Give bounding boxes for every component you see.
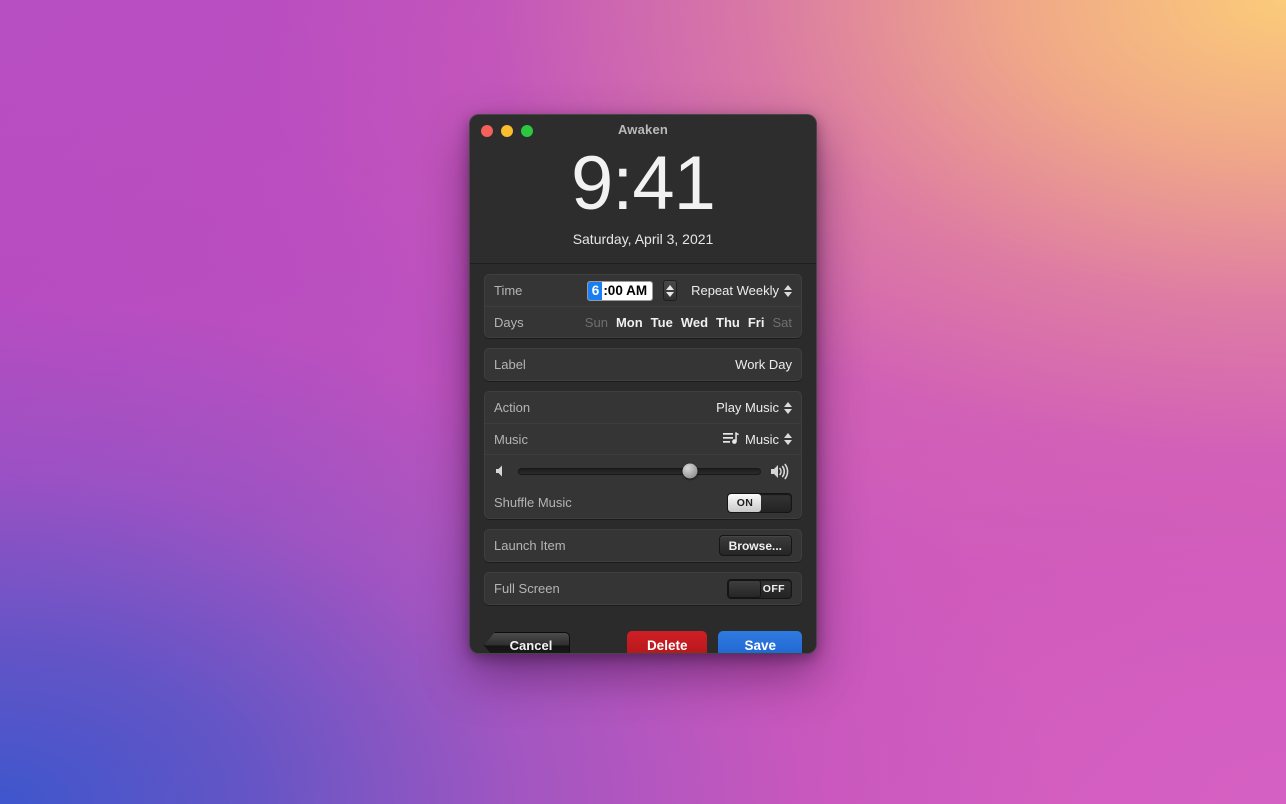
cancel-button[interactable]: Cancel: [484, 631, 570, 653]
label-row: Label Work Day: [485, 349, 801, 380]
shuffle-row: Shuffle Music ON: [485, 487, 801, 518]
repeat-dropdown[interactable]: Repeat Weekly: [691, 283, 792, 298]
stepper-down-icon[interactable]: [666, 291, 675, 297]
current-date: Saturday, April 3, 2021: [572, 231, 714, 248]
repeat-value: Repeat Weekly: [691, 283, 779, 299]
time-input[interactable]: 6 :00 AM: [586, 280, 654, 301]
save-button[interactable]: Save: [718, 631, 802, 653]
playlist-icon: [723, 432, 739, 446]
day-toggle-wed[interactable]: Wed: [681, 315, 708, 330]
window-title: Awaken: [617, 122, 669, 137]
full-screen-section: Full Screen OFF: [484, 572, 802, 606]
action-row: Action Play Music: [485, 392, 801, 423]
awaken-window: Awaken 9:41 Saturday, April 3, 2021 Time…: [469, 114, 817, 654]
label-field-label: Label: [494, 357, 526, 373]
day-toggle-sat[interactable]: Sat: [772, 315, 792, 330]
time-section: Time 6 :00 AM Repeat Weekly Days Sun Mon…: [484, 274, 802, 339]
launch-item-row: Launch Item Browse...: [485, 530, 801, 561]
window-titlebar[interactable]: Awaken: [470, 115, 816, 145]
launch-item-label: Launch Item: [494, 538, 566, 554]
current-time: 9:41: [571, 141, 716, 226]
days-row: Days Sun Mon Tue Wed Thu Fri Sat: [485, 306, 801, 337]
day-toggle-mon[interactable]: Mon: [616, 315, 643, 330]
full-screen-toggle[interactable]: OFF: [727, 578, 792, 599]
action-dropdown[interactable]: Play Music: [716, 400, 792, 415]
music-row: Music Music: [485, 423, 801, 454]
action-label: Action: [494, 400, 531, 416]
settings-body: Time 6 :00 AM Repeat Weekly Days Sun Mon…: [470, 264, 816, 616]
action-section: Action Play Music Music Music Shuffle Mu…: [484, 391, 802, 520]
chevron-updown-icon: [784, 284, 792, 297]
music-label: Music: [494, 431, 528, 447]
label-section: Label Work Day: [484, 348, 802, 382]
launch-item-section: Launch Item Browse...: [484, 529, 802, 563]
stepper-up-icon[interactable]: [666, 284, 675, 290]
time-remainder[interactable]: :00 AM: [602, 283, 647, 298]
time-stepper[interactable]: [663, 280, 678, 302]
day-toggle-thu[interactable]: Thu: [716, 315, 740, 330]
day-toggle-group: Sun Mon Tue Wed Thu Fri Sat: [585, 315, 792, 330]
music-value: Music: [745, 431, 779, 447]
music-dropdown[interactable]: Music: [745, 432, 792, 447]
volume-slider-knob[interactable]: [682, 463, 698, 479]
day-toggle-sun[interactable]: Sun: [585, 315, 608, 330]
delete-button[interactable]: Delete: [626, 631, 708, 653]
clock-display: 9:41 Saturday, April 3, 2021: [470, 141, 816, 265]
full-screen-row: Full Screen OFF: [485, 573, 801, 604]
shuffle-label: Shuffle Music: [494, 495, 572, 511]
action-value: Play Music: [716, 400, 779, 416]
speaker-low-icon[interactable]: [494, 464, 509, 478]
time-label: Time: [494, 283, 523, 299]
window-footer: Cancel Delete Save: [470, 615, 816, 653]
time-selected-segment[interactable]: 6: [587, 281, 603, 300]
chevron-updown-icon: [784, 433, 792, 446]
toggle-knob: [728, 579, 761, 598]
time-row: Time 6 :00 AM Repeat Weekly: [485, 275, 801, 306]
shuffle-music-toggle[interactable]: ON: [727, 492, 792, 513]
days-label: Days: [494, 314, 524, 330]
volume-row: [485, 454, 801, 487]
volume-slider[interactable]: [518, 463, 761, 479]
speaker-high-icon[interactable]: [770, 463, 792, 480]
full-screen-label: Full Screen: [494, 581, 560, 597]
full-screen-toggle-state: OFF: [762, 582, 785, 595]
shuffle-toggle-state: ON: [736, 496, 754, 509]
browse-button[interactable]: Browse...: [718, 535, 792, 557]
chevron-updown-icon: [784, 401, 792, 414]
day-toggle-fri[interactable]: Fri: [748, 315, 765, 330]
day-toggle-tue[interactable]: Tue: [651, 315, 673, 330]
label-input[interactable]: Work Day: [735, 357, 792, 372]
